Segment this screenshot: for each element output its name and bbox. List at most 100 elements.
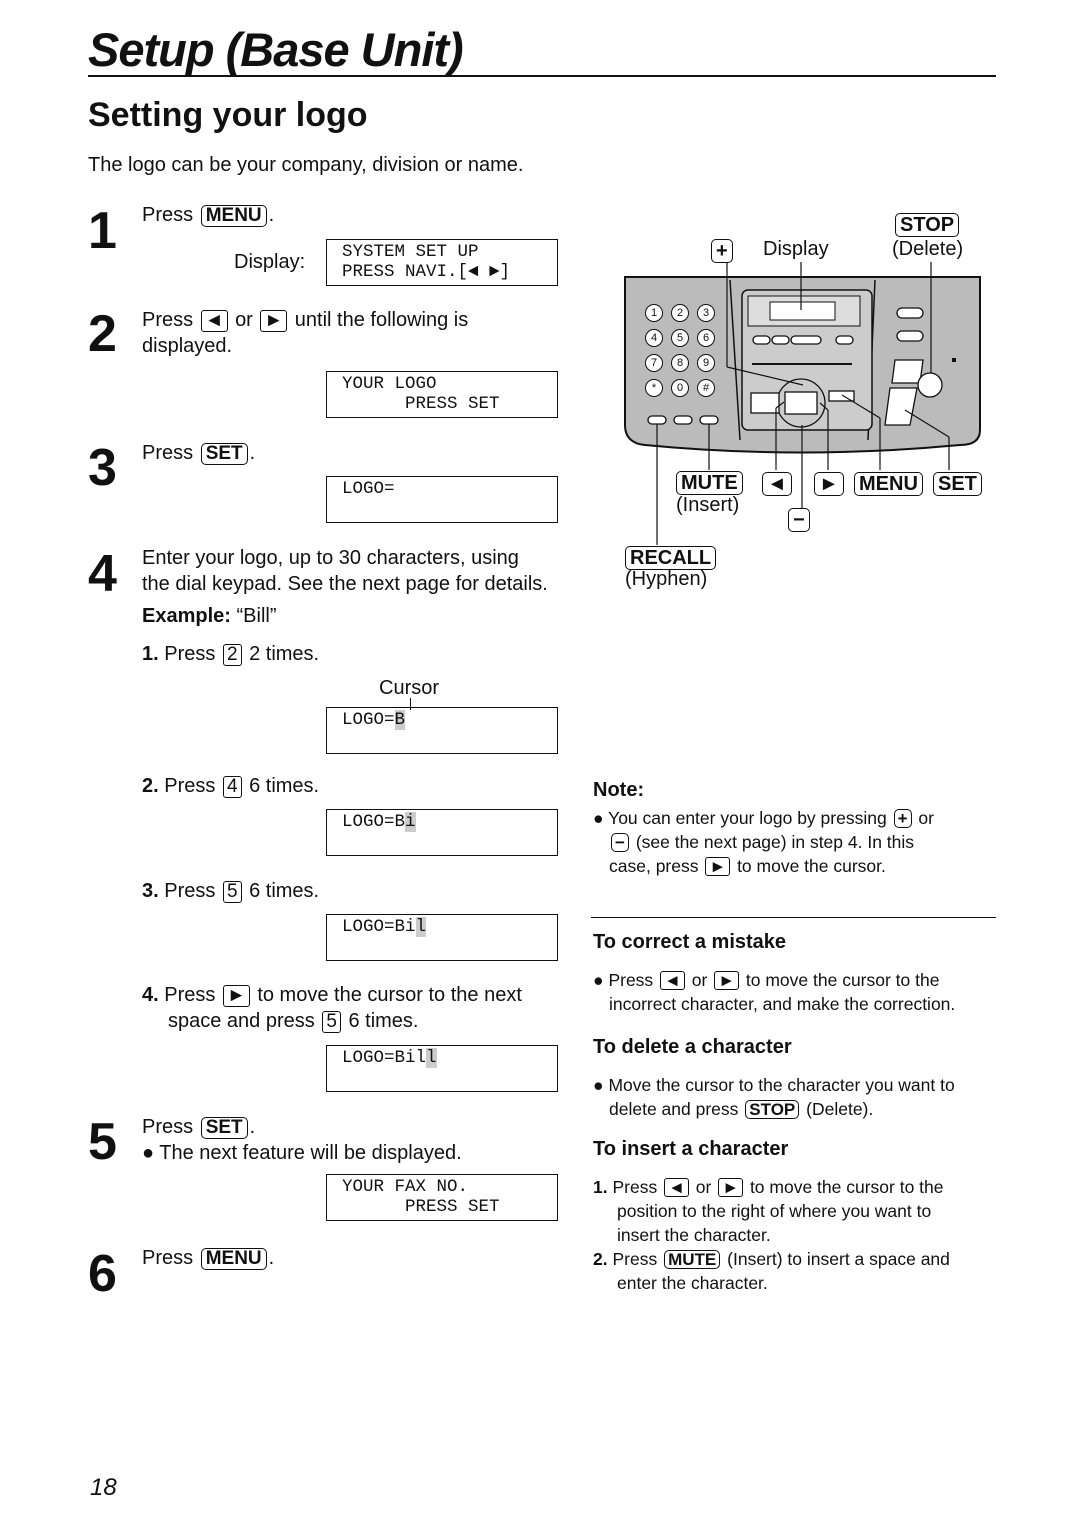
substep: 3. Press 5 6 times.: [142, 878, 319, 904]
lcd-line: YOUR FAX NO.: [342, 1177, 469, 1197]
mute-key: MUTE: [664, 1250, 721, 1269]
text: to move the cursor to the: [749, 1177, 944, 1197]
keypad-key: 1: [645, 304, 663, 322]
substep: 2. Press 4 6 times.: [142, 773, 319, 799]
lcd-text: LOGO=Bi: [342, 917, 416, 937]
text: space and press: [168, 1010, 315, 1032]
keypad-key: 2: [671, 304, 689, 322]
lcd-display: LOGO=Bill: [326, 1045, 558, 1092]
text: to move the cursor to the next: [257, 984, 522, 1006]
step-5-text: Press SET. ● The next feature will be dis…: [142, 1116, 462, 1164]
keypad-key: 6: [697, 329, 715, 347]
cursor: l: [415, 917, 427, 937]
text: 6 times.: [249, 880, 320, 902]
lcd-line: PRESS SET: [342, 1197, 500, 1217]
text: insert the character.: [617, 1225, 771, 1245]
cursor: l: [426, 1048, 437, 1068]
delete-label: (Delete): [892, 238, 964, 260]
delete-title: To delete a character: [593, 1036, 792, 1058]
digit-key: 4: [222, 776, 242, 798]
text: or: [695, 1177, 712, 1197]
text: 2.: [142, 775, 159, 797]
keypad-key: #: [697, 379, 715, 397]
stop-key: STOP: [745, 1100, 800, 1119]
step-number: 6: [88, 1245, 117, 1303]
left-arrow-key: ◄: [664, 1178, 689, 1197]
keypad-key: 8: [671, 354, 689, 372]
keypad-key: 4: [645, 329, 663, 347]
text: case, press: [609, 856, 699, 876]
cursor: i: [405, 812, 416, 832]
display-callout: Display: [763, 238, 829, 260]
text: enter the character.: [617, 1273, 768, 1293]
left-arrow-key: ◄: [762, 472, 792, 496]
lcd-text: LOGO=B: [342, 812, 406, 832]
lcd-display: LOGO=Bil: [326, 914, 558, 961]
fax-control-panel-illustration: [624, 262, 981, 545]
text: Press: [164, 984, 216, 1006]
digit-key: 5: [322, 1011, 341, 1033]
text: 2 times.: [249, 643, 320, 665]
text: to move the cursor to the: [745, 970, 940, 990]
text: 3.: [142, 880, 159, 902]
text: 6 times.: [348, 1010, 419, 1032]
text: Press: [608, 970, 654, 990]
text: Press: [142, 1247, 194, 1269]
lcd-display: YOUR FAX NO. PRESS SET: [326, 1174, 558, 1221]
keypad-key: 3: [697, 304, 715, 322]
text: The next feature will be displayed.: [159, 1142, 462, 1164]
insert-text: 1. Press ◄ or ► to move the cursor to th…: [593, 1175, 950, 1295]
cursor-label: Cursor: [379, 677, 440, 699]
keypad-key: *: [645, 379, 663, 397]
digit-key: 2: [222, 644, 242, 666]
text: incorrect character, and make the correc…: [609, 994, 956, 1014]
right-arrow-key: ►: [814, 472, 844, 496]
dial-keypad: 123 456 789 * 0 #: [645, 304, 725, 397]
stop-key: STOP: [895, 213, 960, 237]
insert-label: (Insert): [676, 494, 740, 516]
right-arrow-key: ►: [222, 985, 250, 1007]
plus-key: +: [893, 809, 912, 828]
lcd-window: [769, 301, 836, 321]
lcd-text: LOGO=: [342, 710, 395, 730]
substep: 1. Press 2 2 times.: [142, 641, 319, 667]
plus-key: +: [711, 239, 733, 263]
text: or: [918, 808, 934, 828]
substep: 4. Press ► to move the cursor to the nex…: [142, 982, 522, 1034]
text: .: [249, 1116, 256, 1138]
lcd-display: LOGO=B: [326, 707, 558, 754]
menu-key: MENU: [854, 472, 923, 496]
delete-text: ● Move the cursor to the character you w…: [593, 1075, 955, 1119]
minus-key: −: [611, 833, 629, 852]
keypad-key: 7: [645, 354, 663, 372]
right-arrow-key: ►: [714, 971, 740, 990]
text: (Delete).: [806, 1099, 874, 1119]
text: 4.: [142, 984, 159, 1006]
correct-text: ● Press ◄ or ► to move the cursor to the…: [593, 970, 956, 1014]
text: Press: [612, 1249, 658, 1269]
left-arrow-key: ◄: [660, 971, 685, 990]
text: Press: [142, 1116, 194, 1138]
page-number: 18: [90, 1474, 117, 1501]
minus-key: −: [788, 508, 810, 532]
text: (see the next page) in step 4. In this: [635, 832, 915, 852]
text: 6 times.: [249, 775, 320, 797]
text: Press: [164, 643, 216, 665]
keypad-key: 9: [697, 354, 715, 372]
divider: [591, 917, 996, 918]
text: Press: [164, 880, 216, 902]
text: (Insert) to insert a space and: [727, 1249, 950, 1269]
step-6-text: Press MENU.: [142, 1245, 274, 1271]
set-key: SET: [200, 1117, 248, 1139]
text: Press: [164, 775, 216, 797]
menu-key: MENU: [200, 1248, 267, 1270]
lcd-text: LOGO=Bil: [342, 1048, 427, 1068]
correct-title: To correct a mistake: [593, 931, 787, 953]
text: to move the cursor.: [737, 856, 886, 876]
note-text: ● You can enter your logo by pressing + …: [593, 808, 934, 876]
text: delete and press: [609, 1099, 739, 1119]
keypad-key: 5: [671, 329, 689, 347]
text: .: [268, 1247, 275, 1269]
right-arrow-key: ►: [705, 857, 731, 876]
digit-key: 5: [222, 881, 242, 903]
